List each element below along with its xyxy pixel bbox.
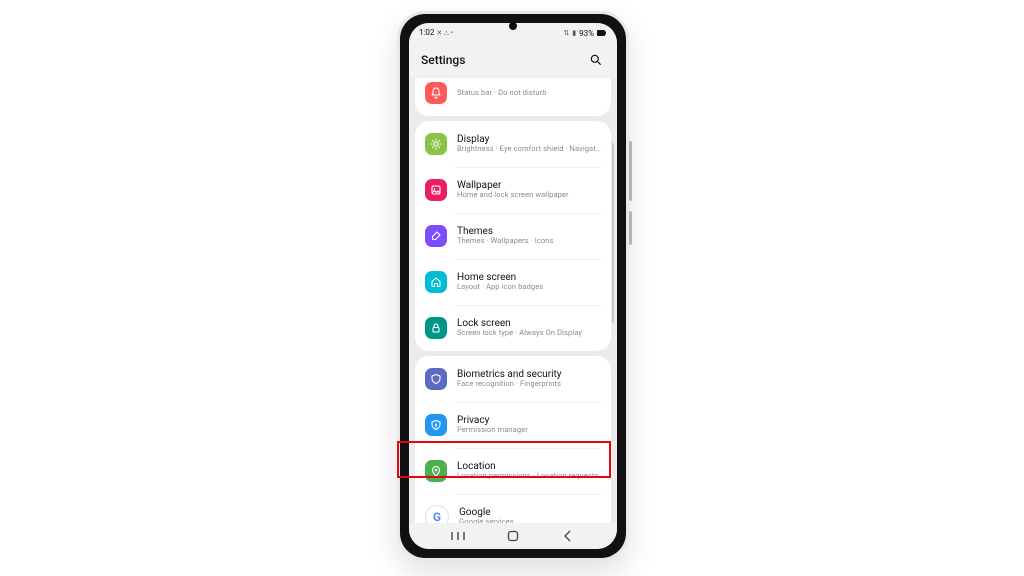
settings-row-google[interactable]: G GoogleGoogle services bbox=[415, 494, 611, 523]
settings-row-lock-screen[interactable]: Lock screenScreen lock type · Always On … bbox=[415, 305, 611, 351]
settings-row-privacy[interactable]: PrivacyPermission manager bbox=[415, 402, 611, 448]
row-labels: PrivacyPermission manager bbox=[457, 415, 528, 435]
row-labels: WallpaperHome and lock screen wallpaper bbox=[457, 180, 569, 200]
settings-row-biometrics[interactable]: Biometrics and securityFace recognition … bbox=[415, 356, 611, 402]
settings-list[interactable]: Status bar · Do not disturb DisplayBright… bbox=[409, 78, 617, 523]
back-nav-icon bbox=[563, 530, 573, 542]
row-subtitle: Themes · Wallpapers · Icons bbox=[457, 237, 553, 246]
app-header: Settings bbox=[409, 43, 617, 78]
shield-icon bbox=[425, 368, 447, 390]
row-labels: Lock screenScreen lock type · Always On … bbox=[457, 318, 582, 338]
row-subtitle: Permission manager bbox=[457, 426, 528, 435]
brush-icon bbox=[425, 225, 447, 247]
row-subtitle: Location permissions · Location requests bbox=[457, 472, 598, 481]
search-icon bbox=[589, 53, 603, 67]
row-title: Biometrics and security bbox=[457, 369, 562, 381]
battery-icon bbox=[597, 30, 607, 36]
row-title: Wallpaper bbox=[457, 180, 569, 192]
row-subtitle: Status bar · Do not disturb bbox=[457, 89, 547, 98]
recents-icon bbox=[451, 531, 465, 541]
settings-row-notifications[interactable]: Status bar · Do not disturb bbox=[415, 78, 611, 116]
page-title: Settings bbox=[421, 53, 465, 67]
row-subtitle: Google services bbox=[459, 518, 514, 523]
power-button bbox=[629, 211, 632, 245]
status-right: ⇅ ▮ 93% bbox=[563, 29, 607, 38]
google-icon: G bbox=[425, 505, 449, 523]
signal-icon: ▮ bbox=[572, 29, 576, 37]
status-left: 1:02 ✕ ⛬ • bbox=[419, 28, 453, 38]
home-button[interactable] bbox=[500, 523, 526, 549]
row-subtitle: Layout · App icon badges bbox=[457, 283, 543, 292]
lock-icon bbox=[425, 317, 447, 339]
image-icon bbox=[425, 179, 447, 201]
row-subtitle: Face recognition · Fingerprints bbox=[457, 380, 562, 389]
clock-text: 1:02 bbox=[419, 28, 434, 37]
android-nav-bar bbox=[409, 523, 617, 549]
search-button[interactable] bbox=[587, 51, 605, 69]
row-title: Location bbox=[457, 461, 598, 473]
settings-row-home-screen[interactable]: Home screenLayout · App icon badges bbox=[415, 259, 611, 305]
row-title: Privacy bbox=[457, 415, 528, 427]
row-labels: Home screenLayout · App icon badges bbox=[457, 272, 543, 292]
home-icon bbox=[425, 271, 447, 293]
privacy-icon bbox=[425, 414, 447, 436]
scroll-indicator bbox=[612, 143, 614, 323]
settings-row-themes[interactable]: ThemesThemes · Wallpapers · Icons bbox=[415, 213, 611, 259]
settings-group: Biometrics and securityFace recognition … bbox=[415, 356, 611, 523]
row-title: Display bbox=[457, 134, 601, 146]
row-subtitle: Home and lock screen wallpaper bbox=[457, 191, 569, 200]
row-title: Lock screen bbox=[457, 318, 582, 330]
home-nav-icon bbox=[507, 530, 519, 542]
phone-bezel: 1:02 ✕ ⛬ • ⇅ ▮ 93% Settings bbox=[400, 14, 626, 558]
back-button[interactable] bbox=[555, 523, 581, 549]
row-labels: Biometrics and securityFace recognition … bbox=[457, 369, 562, 389]
row-subtitle: Screen lock type · Always On Display bbox=[457, 329, 582, 338]
front-camera bbox=[509, 22, 517, 30]
settings-group: Status bar · Do not disturb bbox=[415, 78, 611, 116]
row-title: Themes bbox=[457, 226, 553, 238]
row-labels: LocationLocation permissions · Location … bbox=[457, 461, 598, 481]
row-labels: Status bar · Do not disturb bbox=[457, 89, 547, 98]
wifi-icon: ⇅ bbox=[563, 29, 569, 37]
recents-button[interactable] bbox=[445, 523, 471, 549]
sun-icon bbox=[425, 133, 447, 155]
row-labels: DisplayBrightness · Eye comfort shield ·… bbox=[457, 134, 601, 154]
row-subtitle: Brightness · Eye comfort shield · Naviga… bbox=[457, 145, 601, 154]
settings-row-location[interactable]: LocationLocation permissions · Location … bbox=[415, 448, 611, 494]
volume-button bbox=[629, 141, 632, 201]
status-indicator-icons: ✕ ⛬ • bbox=[436, 29, 453, 37]
row-title: Google bbox=[459, 507, 514, 519]
phone-frame: 1:02 ✕ ⛬ • ⇅ ▮ 93% Settings bbox=[397, 11, 629, 561]
battery-text: 93% bbox=[579, 29, 594, 38]
bell-icon bbox=[425, 82, 447, 104]
screen: 1:02 ✕ ⛬ • ⇅ ▮ 93% Settings bbox=[409, 23, 617, 549]
settings-group: DisplayBrightness · Eye comfort shield ·… bbox=[415, 121, 611, 351]
row-title: Home screen bbox=[457, 272, 543, 284]
settings-row-wallpaper[interactable]: WallpaperHome and lock screen wallpaper bbox=[415, 167, 611, 213]
row-labels: ThemesThemes · Wallpapers · Icons bbox=[457, 226, 553, 246]
settings-row-display[interactable]: DisplayBrightness · Eye comfort shield ·… bbox=[415, 121, 611, 167]
pin-icon bbox=[425, 460, 447, 482]
row-labels: GoogleGoogle services bbox=[459, 507, 514, 523]
